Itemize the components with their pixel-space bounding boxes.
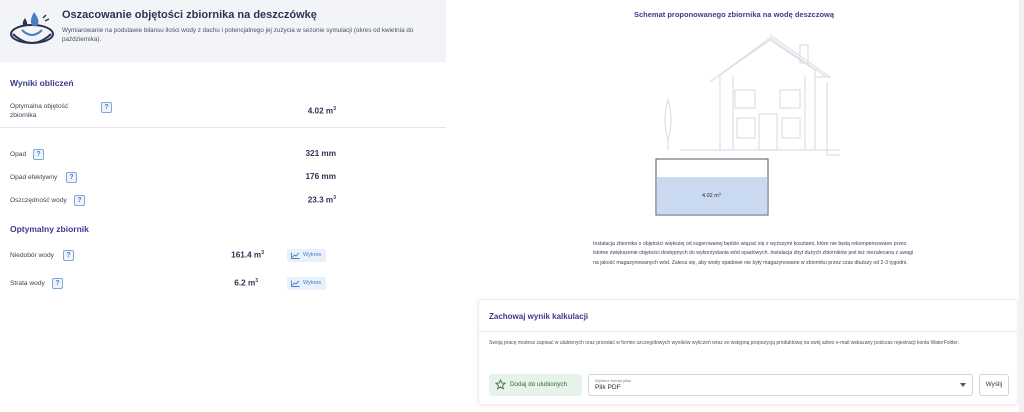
file-format-value: Plik PDF bbox=[595, 384, 621, 391]
result-label: Oszczędność wody bbox=[10, 197, 67, 204]
help-icon[interactable]: ? bbox=[33, 149, 44, 160]
deficit-chart-button[interactable]: Wykres bbox=[287, 249, 326, 262]
send-button[interactable]: Wyślij bbox=[979, 374, 1009, 396]
favorites-button-label: Dodaj do ulubionych bbox=[510, 381, 568, 388]
result-value: 4.02 m3 bbox=[307, 106, 336, 116]
result-value: 23.3 m3 bbox=[307, 195, 336, 205]
file-format-select[interactable]: Wybierz format pliku Plik PDF bbox=[588, 374, 973, 396]
help-icon[interactable]: ? bbox=[52, 278, 63, 289]
result-label: Strata wody bbox=[10, 280, 45, 287]
optimal-section-title: Optymalny zbiornik bbox=[10, 224, 89, 234]
save-card-description: Swoją pracę możesz zapisać w ulubionych … bbox=[489, 340, 960, 346]
loss-chart-button[interactable]: Wykres bbox=[287, 277, 326, 290]
save-card-title: Zachowaj wynik kalkulacji bbox=[489, 312, 589, 321]
chart-button-label: Wykres bbox=[303, 252, 322, 258]
tank-size-note: Instalacja zbiornika o objętości większe… bbox=[593, 241, 914, 266]
chart-button-label: Wykres bbox=[303, 280, 322, 286]
scrollbar[interactable] bbox=[1019, 0, 1024, 412]
result-row-water-loss: Strata wody ? 6.2 m3 bbox=[10, 278, 326, 298]
schematic-title: Schemat proponowanego zbiornika na wodę … bbox=[634, 10, 835, 19]
save-card-header: Zachowaj wynik kalkulacji bbox=[479, 300, 1017, 332]
add-to-favorites-button[interactable]: Dodaj do ulubionych bbox=[489, 374, 582, 396]
result-row-optimal-volume: Optymalna objętość zbiornika ? 4.02 m3 bbox=[10, 102, 336, 122]
tank-volume-label: 4.02 m3 bbox=[702, 192, 721, 199]
result-value: 6.2 m3 bbox=[234, 278, 258, 288]
result-value: 161.4 m3 bbox=[231, 250, 264, 260]
help-icon[interactable]: ? bbox=[101, 102, 112, 113]
result-label: Optymalna objętość zbiornika bbox=[10, 103, 69, 119]
results-section-title: Wyniki obliczeń bbox=[10, 78, 74, 88]
result-row-water-savings: Oszczędność wody ? 23.3 m3 bbox=[10, 195, 336, 215]
tank-schematic-illustration: 4.02 m3 bbox=[655, 34, 840, 216]
result-value: 321 mm bbox=[305, 149, 337, 158]
results-panel: Oszacowanie objętości zbiornika na deszc… bbox=[0, 0, 446, 412]
star-icon bbox=[495, 379, 506, 390]
file-format-label: Wybierz format pliku bbox=[595, 378, 632, 383]
save-result-card: Zachowaj wynik kalkulacji Swoją pracę mo… bbox=[478, 299, 1018, 405]
house-drawing bbox=[664, 34, 840, 156]
help-icon[interactable]: ? bbox=[66, 172, 77, 183]
line-chart-icon bbox=[291, 252, 300, 259]
result-row-rainfall: Opad ? 321 mm bbox=[10, 149, 336, 169]
rain-tank-logo-icon bbox=[10, 12, 54, 44]
page-header: Oszacowanie objętości zbiornika na deszc… bbox=[0, 0, 446, 62]
chevron-down-icon bbox=[960, 383, 966, 387]
page-description: Wymiarowanie na podstawie bilansu ilości… bbox=[62, 27, 414, 43]
page-title: Oszacowanie objętości zbiornika na deszc… bbox=[62, 9, 317, 21]
help-icon[interactable]: ? bbox=[63, 250, 74, 261]
line-chart-icon bbox=[291, 280, 300, 287]
help-icon[interactable]: ? bbox=[74, 195, 85, 206]
result-value: 176 mm bbox=[305, 172, 337, 181]
result-label: Opad bbox=[10, 151, 27, 158]
result-row-water-deficit: Niedobór wody ? 161.4 m3 bbox=[10, 250, 326, 270]
divider bbox=[0, 127, 446, 128]
result-label: Opad efektywny bbox=[10, 174, 58, 181]
result-row-effective-rainfall: Opad efektywny ? 176 mm bbox=[10, 172, 336, 192]
result-label: Niedobór wody bbox=[10, 252, 54, 259]
